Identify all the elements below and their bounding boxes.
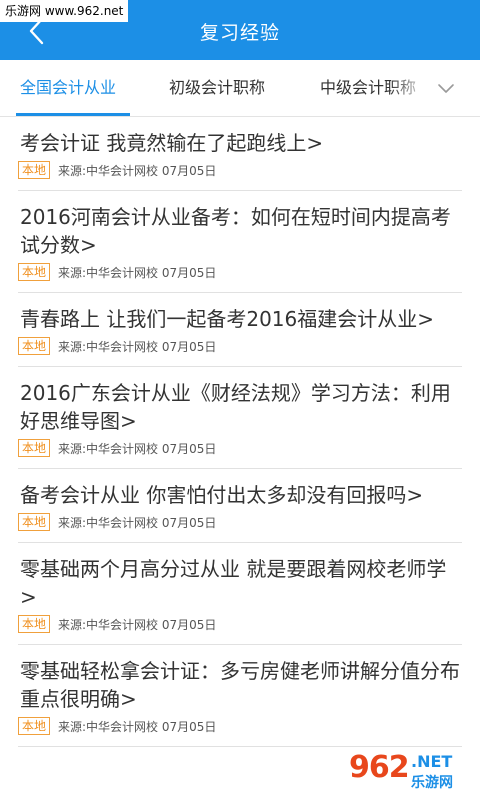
article-source: 来源:中华会计网校 07月05日	[58, 265, 217, 280]
article-title: 2016广东会计从业《财经法规》学习方法：利用好思维导图>	[20, 381, 451, 433]
tab-national-accounting[interactable]: 全国会计从业	[20, 60, 140, 116]
watermark-number: 962	[349, 750, 410, 785]
site-watermark: 乐游网 www.962.net	[0, 0, 129, 22]
list-item[interactable]: 零基础两个月高分过从业 就是要跟着网校老师学> 本地 来源:中华会计网校 07月…	[18, 543, 462, 645]
article-meta: 本地 来源:中华会计网校 07月05日	[18, 160, 462, 180]
article-source: 来源:中华会计网校 07月05日	[58, 515, 217, 530]
article-meta: 本地 来源:中华会计网校 07月05日	[18, 512, 462, 532]
list-item[interactable]: 备考会计从业 你害怕付出太多却没有回报吗> 本地 来源:中华会计网校 07月05…	[18, 469, 462, 543]
local-tag-badge: 本地	[18, 717, 51, 735]
article-meta: 本地 来源:中华会计网校 07月05日	[18, 262, 462, 282]
article-source: 来源:中华会计网校 07月05日	[58, 163, 217, 178]
article-title: 备考会计从业 你害怕付出太多却没有回报吗>	[20, 483, 424, 507]
article-title: 零基础轻松拿会计证：多亏房健老师讲解分值分布 重点很明确>	[20, 659, 460, 711]
tabs-dropdown-button[interactable]	[430, 74, 462, 104]
local-tag-badge: 本地	[18, 439, 51, 457]
article-source: 来源:中华会计网校 07月05日	[58, 719, 217, 734]
article-meta: 本地 来源:中华会计网校 07月05日	[18, 614, 462, 634]
local-tag-badge: 本地	[18, 615, 51, 633]
list-item[interactable]: 考会计证 我竟然输在了起跑线上> 本地 来源:中华会计网校 07月05日	[18, 117, 462, 191]
list-item[interactable]: 青春路上 让我们一起备考2016福建会计从业> 本地 来源:中华会计网校 07月…	[18, 293, 462, 367]
local-tag-badge: 本地	[18, 513, 51, 531]
article-meta: 本地 来源:中华会计网校 07月05日	[18, 438, 462, 458]
watermark-site-name: 乐游网	[411, 775, 453, 791]
article-source: 来源:中华会计网校 07月05日	[58, 617, 217, 632]
article-meta: 本地 来源:中华会计网校 07月05日	[18, 336, 462, 356]
list-item[interactable]: 2016广东会计从业《财经法规》学习方法：利用好思维导图> 本地 来源:中华会计…	[18, 367, 462, 469]
chevron-down-icon	[438, 84, 454, 93]
article-source: 来源:中华会计网校 07月05日	[58, 441, 217, 456]
local-tag-badge: 本地	[18, 337, 51, 355]
article-title: 2016河南会计从业备考：如何在短时间内提高考试分数>	[20, 205, 451, 257]
tab-junior-accounting[interactable]: 初级会计职称	[169, 60, 289, 116]
local-tag-badge: 本地	[18, 263, 51, 281]
active-tab-indicator	[16, 113, 130, 116]
site-logo-watermark: 962 .NET 乐游网	[345, 748, 473, 794]
article-source: 来源:中华会计网校 07月05日	[58, 339, 217, 354]
list-item[interactable]: 零基础轻松拿会计证：多亏房健老师讲解分值分布 重点很明确> 本地 来源:中华会计…	[18, 645, 462, 747]
tabs-fade	[390, 60, 430, 116]
watermark-net: .NET	[411, 752, 453, 771]
article-meta: 本地 来源:中华会计网校 07月05日	[18, 716, 462, 736]
article-list: 考会计证 我竟然输在了起跑线上> 本地 来源:中华会计网校 07月05日 201…	[0, 117, 480, 747]
local-tag-badge: 本地	[18, 161, 51, 179]
article-title: 青春路上 让我们一起备考2016福建会计从业>	[20, 307, 435, 331]
article-title: 考会计证 我竟然输在了起跑线上>	[20, 131, 324, 155]
list-item[interactable]: 2016河南会计从业备考：如何在短时间内提高考试分数> 本地 来源:中华会计网校…	[18, 191, 462, 293]
article-title: 零基础两个月高分过从业 就是要跟着网校老师学>	[20, 557, 447, 609]
